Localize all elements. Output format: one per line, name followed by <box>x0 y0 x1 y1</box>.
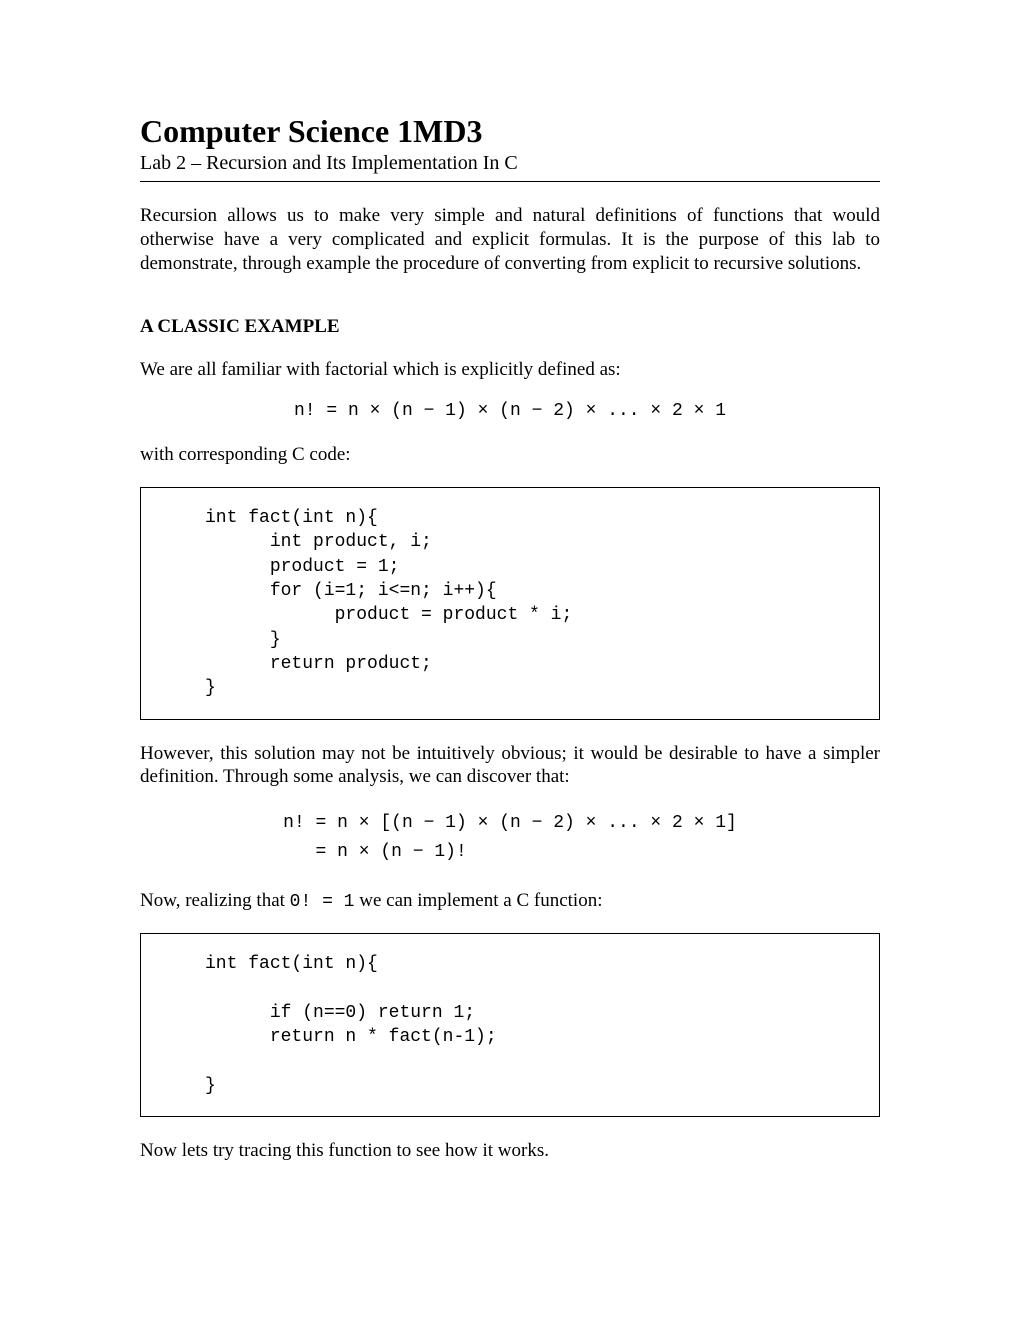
page-title: Computer Science 1MD3 <box>140 112 880 150</box>
formula-explicit: n! = n × (n − 1) × (n − 2) × ... × 2 × 1 <box>140 401 880 421</box>
title-rule <box>140 181 880 182</box>
section-heading: A CLASSIC EXAMPLE <box>140 316 880 338</box>
paragraph: Now, realizing that 0! = 1 we can implem… <box>140 889 880 914</box>
inline-code: 0! = 1 <box>290 892 355 912</box>
code-block-iterative: int fact(int n){ int product, i; product… <box>140 487 880 719</box>
paragraph: However, this solution may not be intuit… <box>140 742 880 790</box>
paragraph: We are all familiar with factorial which… <box>140 358 880 382</box>
paragraph: Now lets try tracing this function to se… <box>140 1139 880 1163</box>
text-span: we can implement a C function: <box>354 890 602 911</box>
formula-recursive-derivation: n! = n × [(n − 1) × (n − 2) × ... × 2 × … <box>283 809 737 867</box>
page: Computer Science 1MD3 Lab 2 – Recursion … <box>0 0 1020 1320</box>
formula-line: n! = n × [(n − 1) × (n − 2) × ... × 2 × … <box>283 809 737 838</box>
paragraph: with corresponding C code: <box>140 443 880 467</box>
intro-paragraph: Recursion allows us to make very simple … <box>140 204 880 275</box>
page-subtitle: Lab 2 – Recursion and Its Implementation… <box>140 152 880 175</box>
formula-line: = n × (n − 1)! <box>283 838 737 867</box>
code-block-recursive: int fact(int n){ if (n==0) return 1; ret… <box>140 933 880 1117</box>
text-span: Now, realizing that <box>140 890 290 911</box>
